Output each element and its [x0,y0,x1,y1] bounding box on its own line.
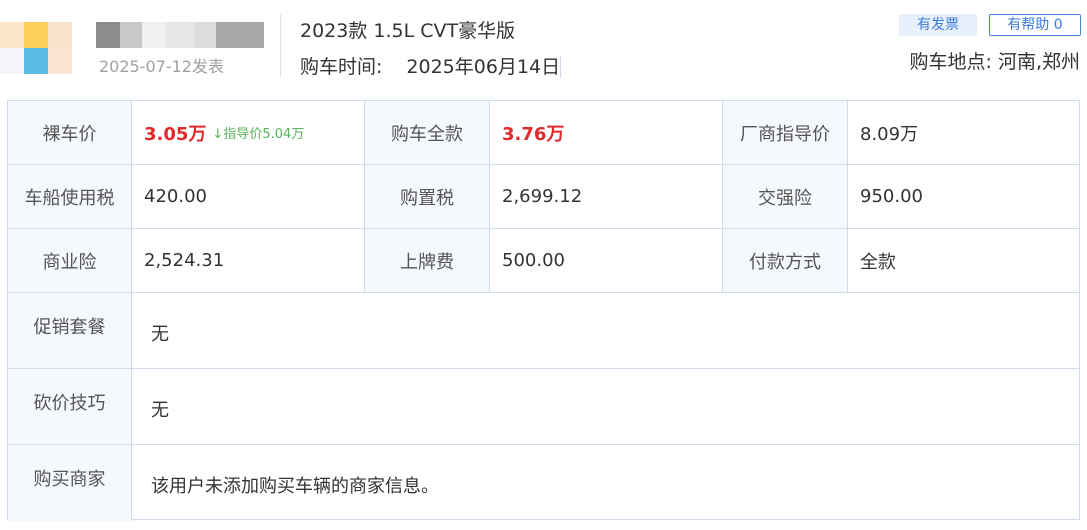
post-date: 2025-07-12发表 [99,57,224,76]
review-header: 2025-07-12发表 2023款 1.5L CVT豪华版 购车时间: 2025… [0,0,1087,90]
msrp-label: 厂商指导价 [723,101,848,164]
full-price-value: 3.76万 [502,123,565,145]
msrp-value: 8.09万 [860,123,919,145]
purchase-tax-label: 购置税 [365,165,490,228]
plate-fee-label: 上牌费 [365,229,490,292]
bargain-tips-label: 砍价技巧 [8,369,132,444]
commercial-insurance-value: 2,524.31 [132,229,365,292]
payment-method-value: 全款 [860,251,896,273]
vessel-tax-label: 车船使用税 [8,165,132,228]
commercial-insurance-label: 商业险 [8,229,132,292]
invoice-badge: 有发票 [899,14,977,36]
table-row: 商业险 2,524.31 上牌费 500.00 付款方式 全款 [8,229,1079,293]
table-row: 裸车价 3.05万 ↓指导价5.04万 购车全款 3.76万 厂商指导价 8.0… [8,101,1079,165]
username-blurred[interactable] [96,22,264,48]
dealer-value: 该用户未添加购买车辆的商家信息。 [151,476,439,497]
table-row: 砍价技巧 无 [8,369,1079,445]
bare-price-label: 裸车价 [8,101,132,164]
vessel-tax-value: 420.00 [132,165,365,228]
promo-label: 促销套餐 [8,293,132,368]
purchase-location: 购车地点: 河南,郑州 [909,51,1080,73]
header-divider [280,14,281,76]
helpful-button[interactable]: 有帮助 0 [989,14,1081,36]
purchase-time: 购车时间: 2025年06月14日 [300,52,562,79]
purchase-time-value: 2025年06月14日 [394,56,562,78]
bargain-tips-value: 无 [151,399,169,421]
car-model-title[interactable]: 2023款 1.5L CVT豪华版 [300,16,515,43]
dealer-label: 购买商家 [8,445,132,521]
purchase-time-label: 购车时间: [300,56,383,78]
compulsory-insurance-value: 950.00 [860,186,923,207]
guide-price-note: ↓指导价5.04万 [212,127,305,142]
payment-method-label: 付款方式 [723,229,848,292]
purchase-details-table: 裸车价 3.05万 ↓指导价5.04万 购车全款 3.76万 厂商指导价 8.0… [7,100,1080,521]
table-row: 车船使用税 420.00 购置税 2,699.12 交强险 950.00 [8,165,1079,229]
bare-price-cell: 3.05万 ↓指导价5.04万 [132,101,365,164]
table-row: 购买商家 该用户未添加购买车辆的商家信息。 [8,445,1079,521]
purchase-tax-value: 2,699.12 [490,165,723,228]
table-row: 促销套餐 无 [8,293,1079,369]
avatar[interactable] [0,22,72,74]
full-price-cell: 3.76万 [490,101,723,164]
bare-price-value: 3.05万 [144,123,207,145]
plate-fee-value: 500.00 [490,229,723,292]
full-price-label: 购车全款 [365,101,490,164]
promo-value: 无 [151,323,169,345]
compulsory-insurance-label: 交强险 [723,165,848,228]
